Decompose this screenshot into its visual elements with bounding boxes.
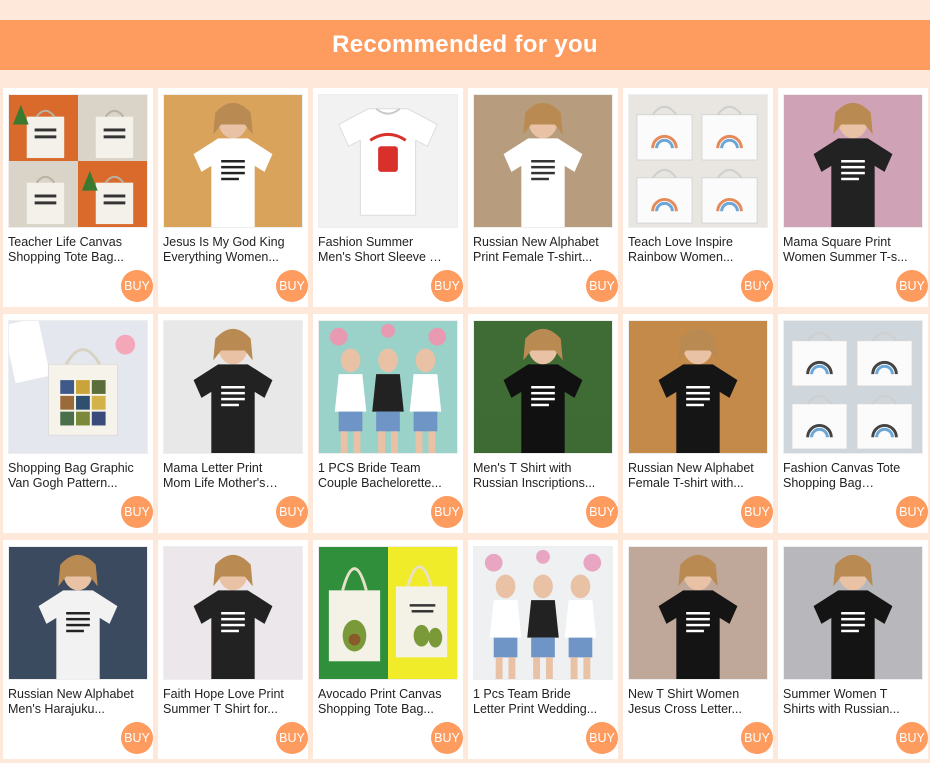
product-card[interactable]: Russian New Alphabet Female T-shirt with… — [623, 314, 773, 533]
buy-button[interactable]: BUY — [121, 270, 153, 302]
product-title[interactable]: Mama Letter Print Mom Life Mother's Day … — [163, 461, 291, 491]
recommended-header: Recommended for you — [0, 20, 930, 70]
section-title: Recommended for you — [332, 31, 598, 58]
product-title[interactable]: Shopping Bag Graphic Van Gogh Pattern... — [8, 461, 136, 491]
product-card[interactable]: Men's T Shirt with Russian Inscriptions.… — [468, 314, 618, 533]
product-title[interactable]: Avocado Print Canvas Shopping Tote Bag..… — [318, 687, 446, 717]
buy-button[interactable]: BUY — [276, 270, 308, 302]
buy-button[interactable]: BUY — [741, 722, 773, 754]
buy-button[interactable]: BUY — [121, 496, 153, 528]
product-card[interactable]: Russian New Alphabet Men's Harajuku... BU… — [3, 540, 153, 759]
product-title[interactable]: Fashion Summer Men's Short Sleeve T Shir… — [318, 235, 446, 265]
buy-button[interactable]: BUY — [741, 270, 773, 302]
product-title[interactable]: New T Shirt Women Jesus Cross Letter... — [628, 687, 756, 717]
buy-button[interactable]: BUY — [896, 496, 928, 528]
product-title[interactable]: Teacher Life Canvas Shopping Tote Bag... — [8, 235, 136, 265]
product-title[interactable]: 1 PCS Bride Team Couple Bachelorette... — [318, 461, 446, 491]
product-image[interactable] — [318, 320, 458, 454]
product-card[interactable]: Avocado Print Canvas Shopping Tote Bag..… — [313, 540, 463, 759]
buy-button[interactable]: BUY — [121, 722, 153, 754]
buy-button[interactable]: BUY — [586, 722, 618, 754]
product-card[interactable]: 1 PCS Bride Team Couple Bachelorette... B… — [313, 314, 463, 533]
product-title[interactable]: Men's T Shirt with Russian Inscriptions.… — [473, 461, 601, 491]
product-image[interactable] — [473, 94, 613, 228]
product-image[interactable] — [163, 94, 303, 228]
product-card[interactable]: Mama Letter Print Mom Life Mother's Day … — [158, 314, 308, 533]
buy-button[interactable]: BUY — [431, 722, 463, 754]
product-title[interactable]: Russian New Alphabet Print Female T-shir… — [473, 235, 601, 265]
product-title[interactable]: Fashion Canvas Tote Shopping Bag Wome... — [783, 461, 911, 491]
buy-button[interactable]: BUY — [431, 496, 463, 528]
product-card[interactable]: Teach Love Inspire Rainbow Women... BUY — [623, 88, 773, 307]
buy-button[interactable]: BUY — [741, 496, 773, 528]
product-image[interactable] — [8, 320, 148, 454]
product-card[interactable]: Summer Women T Shirts with Russian... BUY — [778, 540, 928, 759]
product-image[interactable] — [783, 546, 923, 680]
product-image[interactable] — [473, 320, 613, 454]
product-image[interactable] — [8, 546, 148, 680]
product-title[interactable]: 1 Pcs Team Bride Letter Print Wedding... — [473, 687, 601, 717]
product-title[interactable]: Mama Square Print Women Summer T-s... — [783, 235, 911, 265]
product-title[interactable]: Jesus Is My God King Everything Women... — [163, 235, 291, 265]
product-image[interactable] — [628, 546, 768, 680]
product-title[interactable]: Summer Women T Shirts with Russian... — [783, 687, 911, 717]
product-card[interactable]: New T Shirt Women Jesus Cross Letter... B… — [623, 540, 773, 759]
product-card[interactable]: Fashion Canvas Tote Shopping Bag Wome...… — [778, 314, 928, 533]
product-card[interactable]: 1 Pcs Team Bride Letter Print Wedding...… — [468, 540, 618, 759]
product-card[interactable]: Jesus Is My God King Everything Women...… — [158, 88, 308, 307]
product-card[interactable]: Mama Square Print Women Summer T-s... BUY — [778, 88, 928, 307]
product-image[interactable] — [318, 94, 458, 228]
product-card[interactable]: Teacher Life Canvas Shopping Tote Bag...… — [3, 88, 153, 307]
product-grid: Teacher Life Canvas Shopping Tote Bag...… — [3, 88, 928, 759]
product-title[interactable]: Teach Love Inspire Rainbow Women... — [628, 235, 756, 265]
product-image[interactable] — [318, 546, 458, 680]
product-card[interactable]: Faith Hope Love Print Summer T Shirt for… — [158, 540, 308, 759]
product-image[interactable] — [163, 546, 303, 680]
product-image[interactable] — [783, 94, 923, 228]
product-image[interactable] — [163, 320, 303, 454]
product-image[interactable] — [783, 320, 923, 454]
buy-button[interactable]: BUY — [896, 722, 928, 754]
buy-button[interactable]: BUY — [896, 270, 928, 302]
product-image[interactable] — [8, 94, 148, 228]
product-title[interactable]: Faith Hope Love Print Summer T Shirt for… — [163, 687, 291, 717]
buy-button[interactable]: BUY — [276, 496, 308, 528]
buy-button[interactable]: BUY — [276, 722, 308, 754]
product-image[interactable] — [628, 94, 768, 228]
product-image[interactable] — [473, 546, 613, 680]
product-card[interactable]: Fashion Summer Men's Short Sleeve T Shir… — [313, 88, 463, 307]
product-card[interactable]: Shopping Bag Graphic Van Gogh Pattern...… — [3, 314, 153, 533]
product-title[interactable]: Russian New Alphabet Men's Harajuku... — [8, 687, 136, 717]
product-card[interactable]: Russian New Alphabet Print Female T-shir… — [468, 88, 618, 307]
product-title[interactable]: Russian New Alphabet Female T-shirt with… — [628, 461, 756, 491]
buy-button[interactable]: BUY — [586, 270, 618, 302]
product-image[interactable] — [628, 320, 768, 454]
buy-button[interactable]: BUY — [586, 496, 618, 528]
buy-button[interactable]: BUY — [431, 270, 463, 302]
